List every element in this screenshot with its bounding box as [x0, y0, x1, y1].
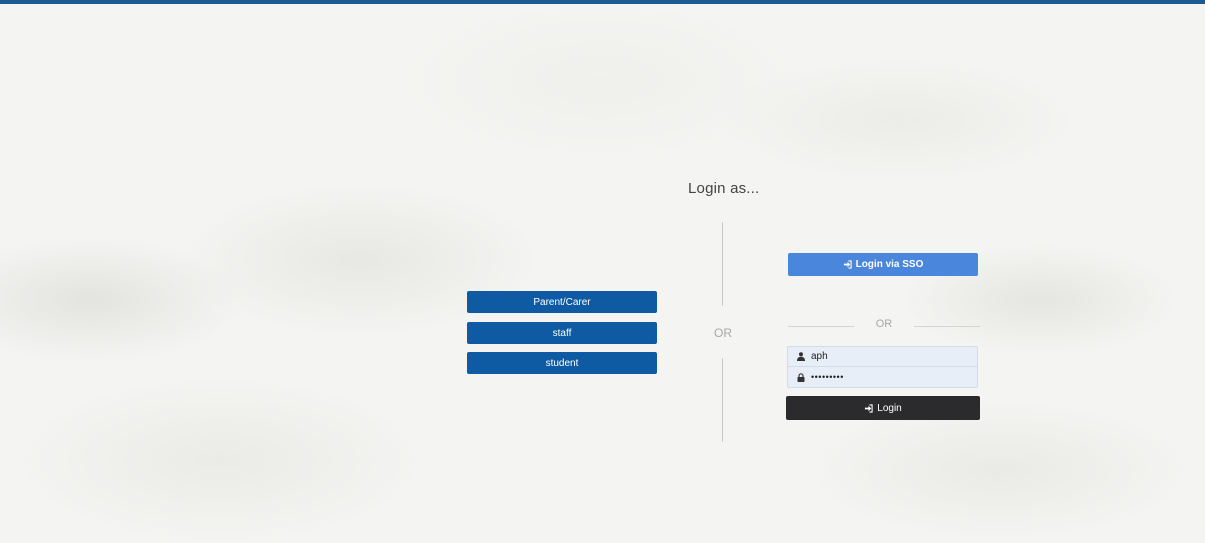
vertical-divider-bottom	[722, 358, 723, 442]
sign-in-icon	[843, 260, 852, 269]
password-field[interactable]: •••••••••	[787, 367, 978, 388]
vertical-divider-top	[722, 222, 723, 306]
divider-or-label: OR	[714, 326, 732, 340]
form-divider-line-right	[914, 326, 980, 327]
login-via-sso-button[interactable]: Login via SSO	[788, 253, 978, 276]
sso-button-label: Login via SSO	[855, 259, 924, 270]
username-field[interactable]	[787, 346, 978, 367]
staff-button[interactable]: staff	[467, 322, 657, 344]
parent-carer-button[interactable]: Parent/Carer	[467, 291, 657, 313]
username-input[interactable]	[811, 347, 971, 366]
student-button[interactable]: student	[467, 352, 657, 374]
sign-in-icon	[864, 403, 873, 413]
lock-icon	[796, 372, 805, 382]
form-divider-or-label: OR	[875, 318, 893, 330]
login-button[interactable]: Login	[786, 396, 980, 420]
top-bar	[0, 0, 1205, 4]
login-button-label: Login	[877, 402, 902, 414]
password-input[interactable]: •••••••••	[811, 372, 844, 382]
login-heading: Login as...	[688, 180, 760, 197]
background	[0, 0, 1205, 543]
form-divider: OR	[788, 318, 980, 334]
user-icon	[796, 352, 805, 362]
